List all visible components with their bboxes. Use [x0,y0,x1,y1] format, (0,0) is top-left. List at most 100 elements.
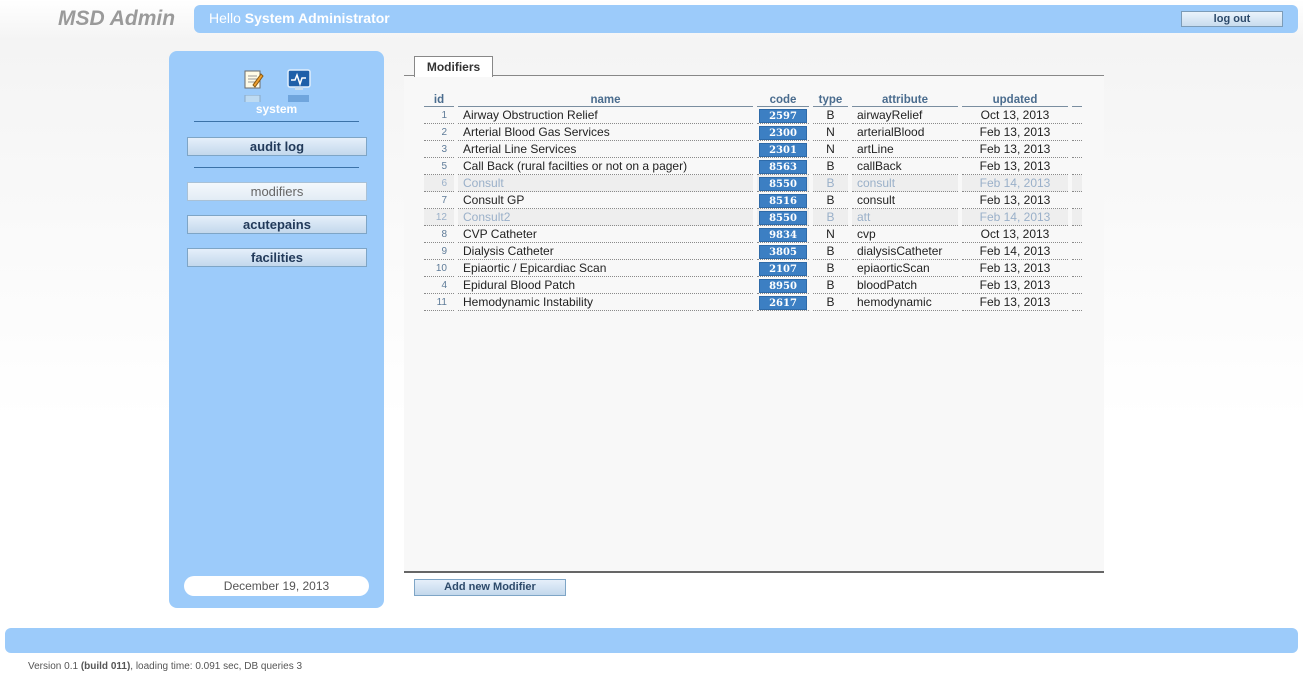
tab-modifiers[interactable]: Modifiers [414,56,493,77]
row-code-cell: 2300 [757,124,809,141]
sidebar-item-audit-log[interactable]: audit log [187,137,367,156]
sidebar-item-facilities[interactable]: facilities [187,248,367,267]
row-type-cell: B [813,192,848,209]
modifiers-table: id name code type attribute updated 1 Air… [420,92,1086,311]
row-id-cell: 4 [424,277,454,294]
monitor-icon[interactable] [287,69,311,91]
current-date: December 19, 2013 [184,576,369,596]
row-type-cell: B [813,260,848,277]
code-badge: 8563 [759,159,807,174]
column-header-updated[interactable]: updated [962,92,1068,107]
table-row[interactable]: 9 Dialysis Catheter 3805 BdialysisCatheter F… [424,243,1082,260]
row-name-cell: Epiaortic / Epicardiac Scan [458,260,753,277]
row-spacer-cell [1072,209,1082,226]
row-attribute-cell: att [852,209,958,226]
monitor-reflection [287,92,309,102]
divider [194,167,359,168]
table-row[interactable]: 6 Consult 8550 Bconsult Feb 14, 2013 [424,175,1082,192]
row-updated-cell: Feb 13, 2013 [962,158,1068,175]
row-name-cell: Consult GP [458,192,753,209]
row-type-cell: B [813,243,848,260]
row-name-cell: Hemodynamic Instability [458,294,753,311]
row-type-cell: N [813,141,848,158]
row-code-cell: 2597 [757,107,809,124]
code-badge: 9834 [759,227,807,242]
row-updated-cell: Feb 13, 2013 [962,260,1068,277]
row-spacer-cell [1072,158,1082,175]
table-row[interactable]: 10 Epiaortic / Epicardiac Scan 2107 Bepiaor… [424,260,1082,277]
version-details: , loading time: 0.091 sec, DB queries 3 [130,661,303,672]
table-row[interactable]: 11 Hemodynamic Instability 2617 Bhemodynami… [424,294,1082,311]
row-id-cell: 3 [424,141,454,158]
row-id-cell: 11 [424,294,454,311]
column-header-spacer [1072,92,1082,107]
row-spacer-cell [1072,226,1082,243]
notepad-icon[interactable] [242,69,264,91]
row-id-cell: 12 [424,209,454,226]
add-modifier-button[interactable]: Add new Modifier [414,579,566,596]
row-code-cell: 8550 [757,209,809,226]
row-id-cell: 2 [424,124,454,141]
table-row[interactable]: 1 Airway Obstruction Relief 2597 BairwayRel… [424,107,1082,124]
build-label: (build 011) [80,661,131,672]
row-spacer-cell [1072,260,1082,277]
row-type-cell: N [813,226,848,243]
row-attribute-cell: callBack [852,158,958,175]
row-id-cell: 7 [424,192,454,209]
sidebar-item-modifiers[interactable]: modifiers [187,182,367,201]
column-header-attribute[interactable]: attribute [852,92,958,107]
row-name-cell: Arterial Line Services [458,141,753,158]
table-row[interactable]: 12 Consult2 8550 Batt Feb 14, 2013 [424,209,1082,226]
logout-button[interactable]: log out [1181,11,1283,27]
table-row[interactable]: 7 Consult GP 8516 Bconsult Feb 13, 2013 [424,192,1082,209]
table-row[interactable]: 3 Arterial Line Services 2301 NartLine Feb 1… [424,141,1082,158]
app-logo: MSD Admin [58,7,176,30]
row-id-cell: 10 [424,260,454,277]
row-name-cell: Epidural Blood Patch [458,277,753,294]
code-badge: 8950 [759,278,807,293]
row-name-cell: Dialysis Catheter [458,243,753,260]
row-type-cell: B [813,158,848,175]
row-updated-cell: Feb 14, 2013 [962,175,1068,192]
sidebar-item-acutepains[interactable]: acutepains [187,215,367,234]
table-row[interactable]: 8 CVP Catheter 9834 Ncvp Oct 13, 2013 [424,226,1082,243]
code-badge: 8550 [759,176,807,191]
row-attribute-cell: epiaorticScan [852,260,958,277]
code-badge: 2617 [759,295,807,310]
row-spacer-cell [1072,192,1082,209]
row-attribute-cell: hemodynamic [852,294,958,311]
row-attribute-cell: arterialBlood [852,124,958,141]
row-type-cell: B [813,294,848,311]
version-label: Version 0.1 [28,661,79,672]
row-code-cell: 2301 [757,141,809,158]
table-row[interactable]: 5 Call Back (rural facilties or not on a … [424,158,1082,175]
column-header-name[interactable]: name [458,92,753,107]
row-id-cell: 9 [424,243,454,260]
row-id-cell: 8 [424,226,454,243]
row-updated-cell: Feb 13, 2013 [962,294,1068,311]
row-attribute-cell: bloodPatch [852,277,958,294]
column-header-id[interactable]: id [424,92,454,107]
footer-bar [5,628,1298,653]
code-badge: 2597 [759,108,807,123]
row-type-cell: B [813,209,848,226]
table-row[interactable]: 2 Arterial Blood Gas Services 2300 Narteria… [424,124,1082,141]
code-badge: 2107 [759,261,807,276]
row-spacer-cell [1072,141,1082,158]
row-code-cell: 9834 [757,226,809,243]
row-updated-cell: Feb 14, 2013 [962,243,1068,260]
row-attribute-cell: dialysisCatheter [852,243,958,260]
greeting-prefix: Hello [209,10,241,26]
column-header-code[interactable]: code [757,92,809,107]
row-attribute-cell: cvp [852,226,958,243]
greeting: Hello System Administrator [209,10,390,26]
column-header-type[interactable]: type [813,92,848,107]
code-badge: 3805 [759,244,807,259]
sidebar: system audit log modifiers acutepains fa… [169,51,384,608]
version-info: Version 0.1 (build 011), loading time: 0… [28,661,302,672]
row-updated-cell: Oct 13, 2013 [962,226,1068,243]
row-type-cell: B [813,175,848,192]
table-row[interactable]: 4 Epidural Blood Patch 8950 BbloodPatch Feb … [424,277,1082,294]
row-spacer-cell [1072,277,1082,294]
row-id-cell: 1 [424,107,454,124]
